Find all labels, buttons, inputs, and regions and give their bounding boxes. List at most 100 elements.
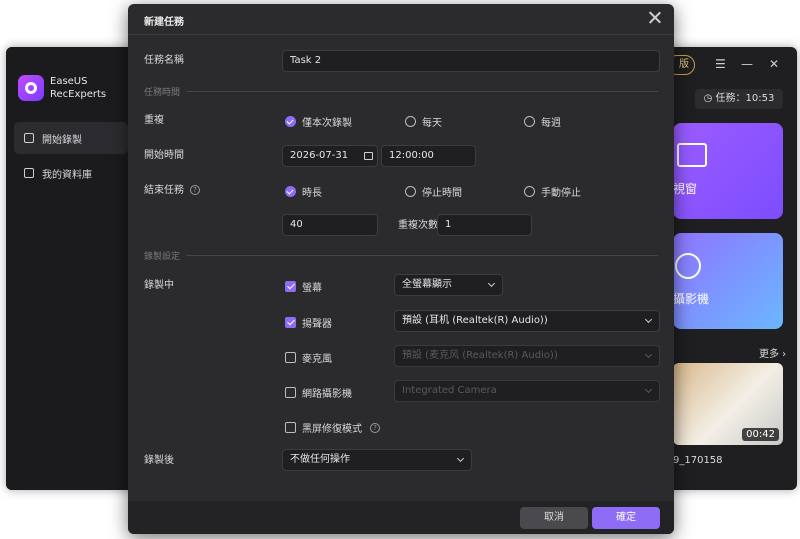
- repeat-weekly-radio[interactable]: 每週: [524, 114, 561, 129]
- checkbox-label: 黑屏修復模式: [302, 424, 362, 435]
- repeat-count-label: 重複次數: [398, 220, 438, 231]
- chevron-down-icon: [487, 279, 496, 288]
- checkbox-unchecked-icon: [285, 352, 296, 363]
- screen-checkbox[interactable]: 螢幕: [285, 279, 322, 294]
- home-icon: [24, 133, 34, 143]
- recording-filename: 9_170158: [673, 455, 723, 466]
- end-stop-time-radio[interactable]: 停止時間: [405, 184, 462, 199]
- recording-thumbnail[interactable]: 00:42: [673, 363, 783, 445]
- speaker-checkbox[interactable]: 揚聲器: [285, 315, 332, 330]
- sidebar-item-start-recording[interactable]: 開始錄製: [14, 122, 128, 154]
- sidebar-item-label: 開始錄製: [42, 134, 82, 146]
- checkbox-checked-icon: [285, 281, 296, 292]
- cancel-button[interactable]: 取消: [520, 507, 588, 529]
- chevron-down-icon: [644, 315, 653, 324]
- card-label: 視窗: [673, 182, 698, 196]
- radio-label: 手動停止: [541, 188, 581, 199]
- app-logo-icon: [18, 75, 44, 101]
- minimize-icon[interactable]: —: [741, 57, 753, 71]
- chevron-down-icon: [644, 350, 653, 359]
- radio-label: 停止時間: [422, 188, 462, 199]
- screen-select[interactable]: 全螢幕顯示: [394, 274, 503, 296]
- recording-label: 錄製中: [144, 280, 174, 291]
- black-screen-fix-checkbox[interactable]: 黑屏修復模式 ?: [285, 420, 380, 435]
- card-label: 攝影機: [673, 292, 710, 306]
- help-icon[interactable]: ?: [190, 185, 200, 195]
- menu-icon[interactable]: ☰: [715, 57, 726, 71]
- repeat-once-radio[interactable]: 僅本次錄製: [285, 114, 352, 129]
- sidebar-item-library[interactable]: 我的資料庫: [14, 157, 128, 189]
- checkbox-label: 螢幕: [302, 283, 322, 294]
- end-task-label: 結束任務?: [144, 185, 200, 197]
- close-window-icon[interactable]: ✕: [769, 57, 779, 71]
- duration-input[interactable]: 40: [282, 214, 378, 236]
- section-title: 任務時間: [144, 88, 181, 98]
- speaker-select[interactable]: 預設 (耳机 (Realtek(R) Audio)): [394, 310, 660, 332]
- radio-unchecked-icon: [405, 186, 416, 197]
- sidebar-item-label: 我的資料庫: [42, 169, 92, 181]
- app-name: EaseUS RecExperts: [50, 75, 106, 101]
- repeat-daily-radio[interactable]: 每天: [405, 114, 442, 129]
- confirm-button[interactable]: 確定: [592, 507, 660, 529]
- end-duration-radio[interactable]: 時長: [285, 184, 322, 199]
- radio-unchecked-icon: [405, 116, 416, 127]
- after-recording-select[interactable]: 不做任何操作: [282, 449, 472, 471]
- webcam-checkbox[interactable]: 網路攝影機: [285, 385, 352, 400]
- radio-unchecked-icon: [524, 116, 535, 127]
- start-date-value: 2026-07-31: [290, 150, 349, 161]
- radio-label: 每天: [422, 118, 442, 129]
- radio-checked-icon: [285, 186, 296, 197]
- after-recording-label: 錄製後: [144, 455, 174, 466]
- section-record-settings: 錄製設定: [144, 249, 658, 262]
- app-name-line2: RecExperts: [50, 89, 107, 100]
- record-webcam-card[interactable]: 攝影機: [673, 233, 783, 329]
- checkbox-checked-icon: [285, 317, 296, 328]
- start-time-input[interactable]: 12:00:00: [381, 145, 476, 167]
- mic-checkbox[interactable]: 麥克風: [285, 350, 332, 365]
- task-timer-badge[interactable]: ◷ 任務：10:53: [695, 89, 783, 109]
- repeat-label: 重複: [144, 115, 164, 126]
- checkbox-unchecked-icon: [285, 422, 296, 433]
- mic-select: 預設 (麦克风 (Realtek(R) Audio)): [394, 345, 660, 367]
- calendar-icon[interactable]: [364, 152, 373, 160]
- mic-select-value: 預設 (麦克风 (Realtek(R) Audio)): [402, 350, 558, 361]
- timer-text: 任務：10:53: [715, 93, 775, 104]
- radio-checked-icon: [285, 116, 296, 127]
- end-manual-radio[interactable]: 手動停止: [524, 184, 581, 199]
- new-task-dialog: 新建任務 任務名稱 Task 2 任務時間 重複 僅本次錄製 每天 每週 開始時…: [128, 4, 674, 534]
- radio-label: 時長: [302, 188, 322, 199]
- start-date-picker[interactable]: 2026-07-31: [282, 145, 378, 167]
- start-time-label: 開始時間: [144, 150, 184, 161]
- window-icon: [677, 143, 707, 167]
- checkbox-label: 麥克風: [302, 354, 332, 365]
- section-title: 錄製設定: [144, 252, 181, 262]
- radio-unchecked-icon: [524, 186, 535, 197]
- radio-label: 僅本次錄製: [302, 118, 352, 129]
- webcam-select: Integrated Camera: [394, 380, 660, 402]
- right-panel: 版 ☰ — ✕ ◷ 任務：10:53 視窗 攝影機 更多 › 00:42 9_1…: [667, 47, 797, 490]
- webcam-select-value: Integrated Camera: [402, 385, 497, 396]
- task-name-label: 任務名稱: [144, 55, 184, 66]
- clock-icon: ◷: [703, 93, 716, 104]
- help-icon[interactable]: ?: [370, 422, 380, 433]
- more-link-label: 更多: [759, 349, 779, 360]
- repeat-count-input[interactable]: 1: [437, 214, 532, 236]
- section-task-time: 任務時間: [144, 85, 658, 98]
- chevron-down-icon: [456, 454, 465, 463]
- divider: [128, 34, 674, 35]
- record-window-card[interactable]: 視窗: [673, 123, 783, 219]
- checkbox-label: 網路攝影機: [302, 389, 352, 400]
- webcam-icon: [675, 253, 701, 279]
- app-name-line1: EaseUS: [50, 76, 88, 87]
- close-icon[interactable]: [647, 10, 663, 26]
- speaker-select-value: 預設 (耳机 (Realtek(R) Audio)): [402, 315, 548, 326]
- calendar-icon: [24, 168, 34, 178]
- duration-badge: 00:42: [742, 428, 779, 441]
- dialog-title: 新建任務: [144, 17, 184, 28]
- more-link[interactable]: 更多 ›: [759, 345, 786, 360]
- after-select-value: 不做任何操作: [290, 454, 350, 465]
- screen-select-value: 全螢幕顯示: [402, 279, 452, 290]
- radio-label: 每週: [541, 118, 561, 129]
- task-name-input[interactable]: Task 2: [282, 50, 660, 72]
- chevron-down-icon: [644, 385, 653, 394]
